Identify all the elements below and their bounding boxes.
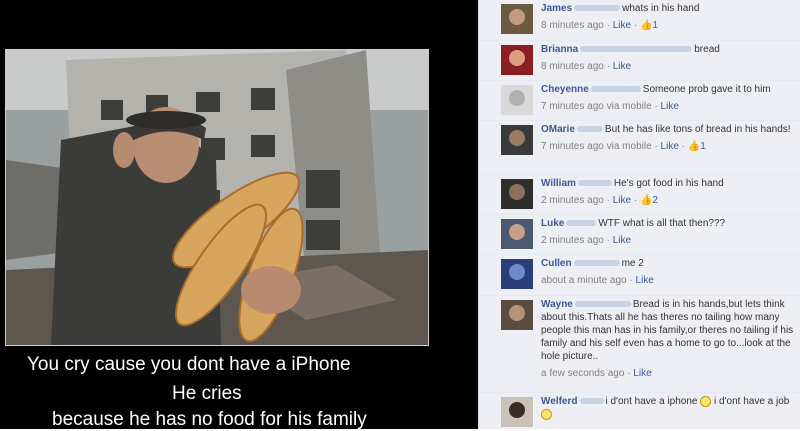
comment-time[interactable]: a few seconds ago	[541, 368, 624, 379]
like-link[interactable]: Like	[661, 141, 679, 152]
like-count[interactable]: 1	[700, 141, 706, 152]
comment: James whats in his hand 8 minutes ago · L…	[479, 0, 800, 41]
comment: Cheyenne Someone prob gave it to him 7 mi…	[479, 81, 800, 121]
smiley-icon: :)	[700, 395, 712, 407]
comment-time[interactable]: 8 minutes ago	[541, 20, 604, 31]
comment-author[interactable]: Welferd	[541, 396, 578, 407]
comment-author[interactable]: Cheyenne	[541, 84, 589, 95]
comment-via: via mobile	[606, 101, 652, 112]
smiley-icon: :)	[541, 408, 552, 420]
demotivational-poster: You cry cause you dont have a iPhone He …	[0, 0, 478, 430]
comment-time[interactable]: 2 minutes ago	[541, 195, 604, 206]
comment-time[interactable]: 2 minutes ago	[541, 235, 604, 246]
avatar[interactable]	[501, 219, 533, 249]
avatar[interactable]	[501, 85, 533, 115]
comment-text: WTF what is all that then???	[598, 218, 726, 229]
comment-author[interactable]: William	[541, 178, 576, 189]
avatar[interactable]	[501, 259, 533, 289]
comment-author[interactable]: Luke	[541, 218, 564, 229]
comment-author[interactable]: Cullen	[541, 258, 572, 269]
comment-author[interactable]: James	[541, 3, 572, 14]
avatar[interactable]	[501, 397, 533, 427]
like-link[interactable]: Like	[613, 235, 631, 246]
comment-text: Bread is in his hands,but lets think abo…	[541, 299, 794, 362]
comment-text-2: i d'ont have a job	[714, 396, 790, 407]
comment: Luke WTF what is all that then??? 2 minut…	[479, 215, 800, 255]
caption-line-1: You cry cause you dont have a iPhone	[27, 354, 351, 375]
comment-author[interactable]: Brianna	[541, 44, 578, 55]
comment-time[interactable]: 7 minutes ago	[541, 101, 604, 112]
comment: William He's got food in his hand 2 minut…	[479, 175, 800, 215]
comment-text: i d'ont have a iphone	[605, 396, 698, 407]
comment-text: Someone prob gave it to him	[642, 84, 771, 95]
poster-photo	[5, 49, 429, 346]
avatar[interactable]	[501, 179, 533, 209]
comment-time[interactable]: 8 minutes ago	[541, 61, 604, 72]
thumbs-up-icon[interactable]: 👍	[688, 141, 700, 152]
like-count[interactable]: 2	[652, 195, 658, 206]
comment: OMarie But he has like tons of bread in h…	[479, 121, 800, 175]
old-man-with-bread-image	[6, 50, 428, 345]
comment: Wayne Bread is in his hands,but lets thin…	[479, 296, 800, 393]
comment: Cullen me 2 about a minute ago · Like	[479, 255, 800, 296]
comment: Brianna bread 8 minutes ago · Like	[479, 41, 800, 81]
like-link[interactable]: Like	[636, 275, 654, 286]
caption-line-2: He cries	[172, 383, 242, 404]
comment-text: me 2	[621, 258, 644, 269]
like-link[interactable]: Like	[613, 195, 631, 206]
avatar[interactable]	[501, 4, 533, 34]
avatar[interactable]	[501, 300, 533, 330]
comment-text: But he has like tons of bread in his han…	[604, 124, 791, 135]
like-link[interactable]: Like	[661, 101, 679, 112]
avatar[interactable]	[501, 125, 533, 155]
thumbs-up-icon[interactable]: 👍	[640, 195, 652, 206]
like-link[interactable]: Like	[633, 368, 651, 379]
like-count[interactable]: 1	[652, 20, 658, 31]
avatar[interactable]	[501, 45, 533, 75]
comment-text: whats in his hand	[622, 3, 700, 14]
comment-time[interactable]: about a minute ago	[541, 275, 627, 286]
comment-author[interactable]: OMarie	[541, 124, 575, 135]
comment-text: He's got food in his hand	[613, 178, 724, 189]
thumbs-up-icon[interactable]: 👍	[640, 20, 652, 31]
comment-time[interactable]: 7 minutes ago	[541, 141, 604, 152]
comment-text: bread	[694, 44, 720, 55]
like-link[interactable]: Like	[613, 61, 631, 72]
like-link[interactable]: Like	[613, 20, 631, 31]
caption-line-3: because he has no food for his family	[52, 409, 367, 430]
comments-list: James whats in his hand 8 minutes ago · L…	[478, 0, 800, 429]
comment-author[interactable]: Wayne	[541, 299, 573, 310]
comment-via: via mobile	[606, 141, 652, 152]
comment: Welferd i d'ont have a iphone :) i d'ont …	[479, 393, 800, 429]
